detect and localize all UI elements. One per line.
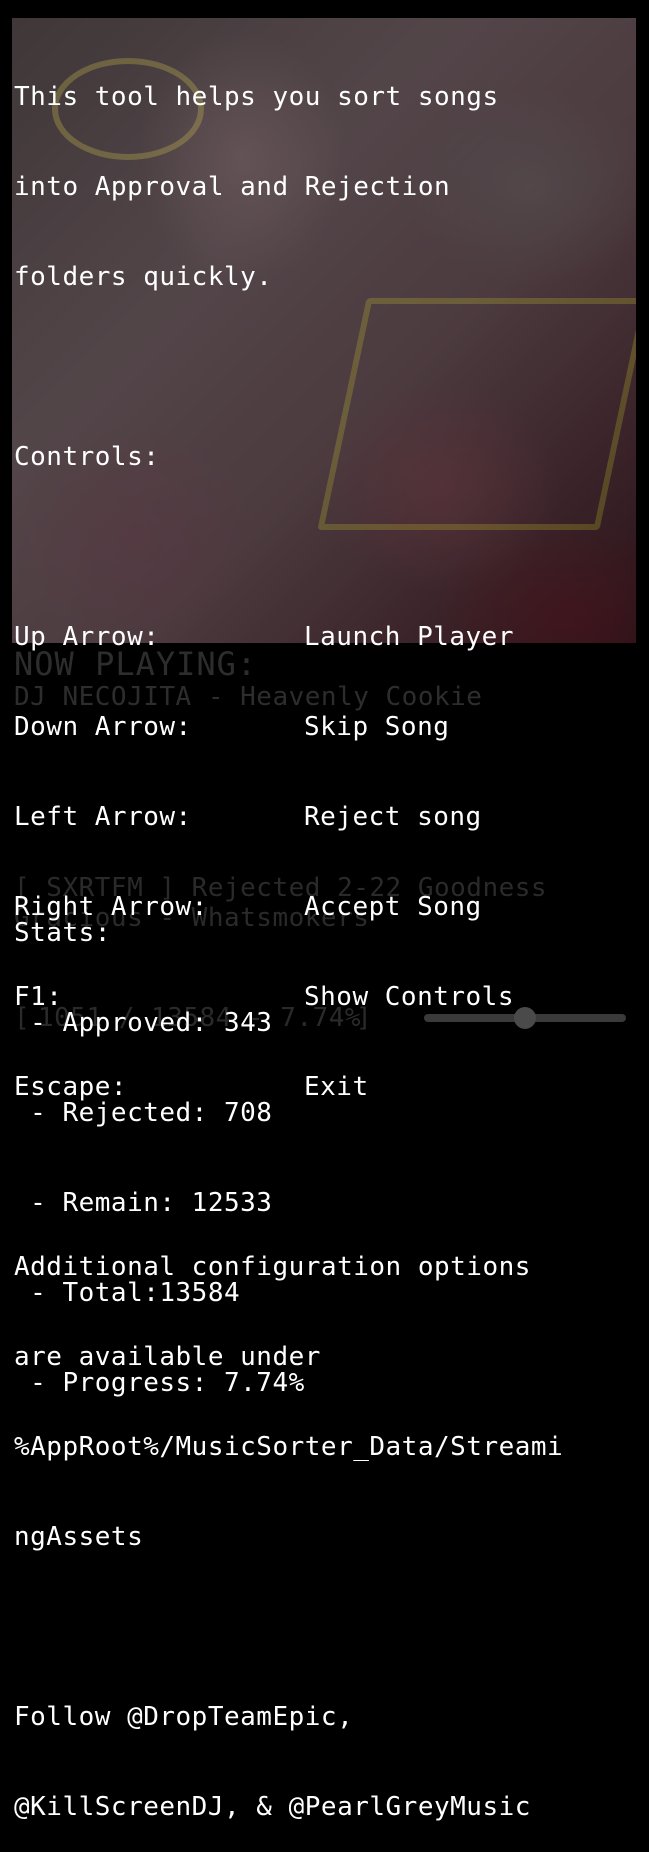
control-action: Reject song [304,802,482,832]
control-row-left: Left Arrow: Reject song [14,802,563,832]
control-action: Exit [304,1072,369,1102]
config-line: ngAssets [14,1522,144,1552]
control-key: Up Arrow: [14,622,160,652]
stat-remain: - Remain: 12533 [14,1188,273,1218]
stats-heading: Stats: [14,918,111,948]
stat-approved: - Approved: 343 [14,1008,273,1038]
follow-line: Follow @DropTeamEpic, [14,1702,354,1732]
stats-panel: Stats: - Approved: 343 - Rejected: 708 -… [14,858,305,1428]
control-action: Accept Song [304,892,482,922]
control-action: Show Controls [304,982,514,1012]
stat-total: - Total:13584 [14,1278,241,1308]
config-line: %AppRoot%/MusicSorter_Data/Streami [14,1432,564,1462]
intro-line: into Approval and Rejection [14,172,451,202]
control-action: Launch Player [304,622,514,652]
control-row-up: Up Arrow: Launch Player [14,622,563,652]
controls-heading: Controls: [14,442,160,472]
control-key: Left Arrow: [14,802,192,832]
stat-progress: - Progress: 7.74% [14,1368,305,1398]
intro-line: This tool helps you sort songs [14,82,499,112]
stat-rejected: - Rejected: 708 [14,1098,273,1128]
control-row-down: Down Arrow: Skip Song [14,712,563,742]
control-action: Skip Song [304,712,450,742]
follow-line: @KillScreenDJ, & @PearlGreyMusic [14,1792,531,1822]
control-key: Down Arrow: [14,712,192,742]
intro-line: folders quickly. [14,262,273,292]
